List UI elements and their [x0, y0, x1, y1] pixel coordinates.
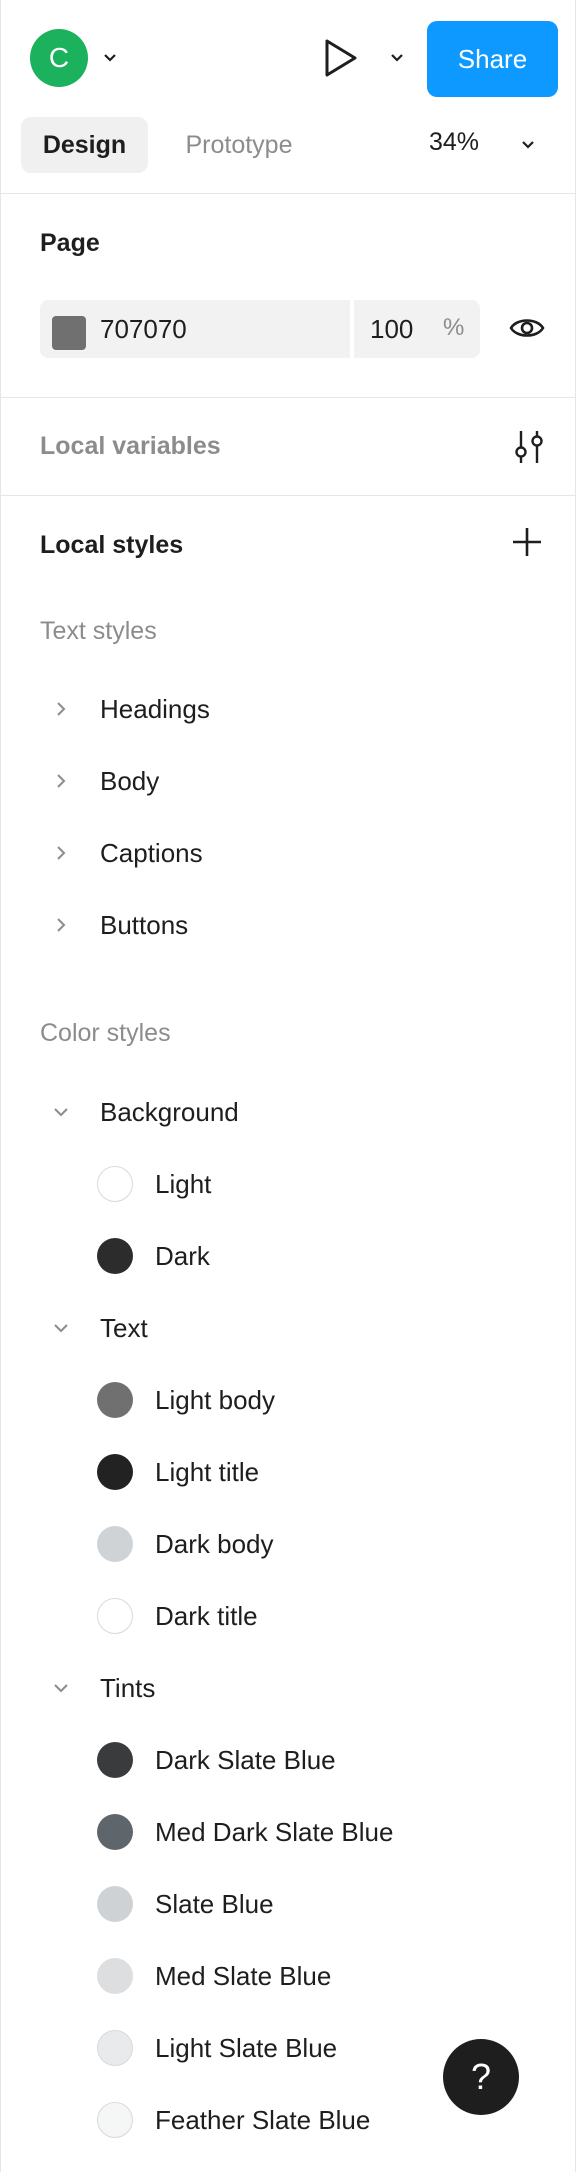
divider [1, 495, 576, 496]
tab-design[interactable]: Design [21, 117, 148, 173]
text-styles-heading: Text styles [40, 617, 157, 645]
color-style-group-label: Text [100, 1313, 148, 1343]
color-swatch [97, 1958, 133, 1994]
share-label: Share [457, 43, 528, 74]
chevron-right-icon[interactable] [53, 917, 69, 933]
text-style-group-label: Body [100, 766, 160, 796]
help-label: ? [470, 2056, 492, 2097]
color-style-item[interactable]: Dark body [1, 1514, 576, 1576]
text-style-group[interactable]: Body [1, 751, 576, 813]
page-color-field[interactable]: 707070 100 % [40, 300, 480, 358]
color-style-label: Med Slate Blue [155, 1961, 332, 1991]
adjust-variables-icon[interactable] [511, 429, 547, 465]
color-style-group[interactable]: Tints [1, 1658, 576, 1720]
chevron-down-icon[interactable] [53, 1320, 69, 1336]
color-style-label: Dark Slate Blue [155, 1745, 336, 1775]
help-button[interactable]: ? [443, 2039, 519, 2115]
color-style-label: Light Slate Blue [155, 2033, 338, 2063]
local-variables-label[interactable]: Local variables [40, 432, 221, 461]
color-style-item[interactable]: Slate Blue [1, 1874, 576, 1936]
color-style-label: Light body [155, 1385, 275, 1415]
avatar-letter: C [48, 42, 70, 73]
zoom-level[interactable]: 34% [429, 128, 479, 157]
color-swatch [97, 1238, 133, 1274]
page-opacity-unit: % [443, 314, 465, 341]
color-style-item[interactable]: Dark [1, 1226, 576, 1288]
color-style-label: Med Dark Slate Blue [155, 1817, 394, 1847]
divider [1, 397, 576, 398]
color-styles-heading: Color styles [40, 1019, 171, 1047]
page-opacity-value[interactable]: 100 [370, 314, 413, 345]
color-style-item[interactable]: Light body [1, 1370, 576, 1432]
color-swatch [97, 2102, 133, 2138]
color-swatch [97, 1382, 133, 1418]
page-color-hex[interactable]: 707070 [100, 314, 187, 345]
color-swatch [97, 1166, 133, 1202]
chevron-down-icon[interactable] [103, 51, 117, 65]
color-style-group[interactable]: Text [1, 1298, 576, 1360]
field-separator [350, 300, 354, 358]
color-style-item[interactable]: Light [1, 1154, 576, 1216]
color-swatch [97, 1742, 133, 1778]
chevron-down-icon[interactable] [53, 1104, 69, 1120]
zoom-chevron-down-icon[interactable] [521, 138, 535, 152]
chevron-right-icon[interactable] [53, 773, 69, 789]
color-style-item[interactable]: Med Dark Slate Blue [1, 1802, 576, 1864]
color-style-label: Feather Slate Blue [155, 2105, 371, 2135]
tab-prototype-label: Prototype [185, 130, 293, 159]
chevron-down-icon[interactable] [53, 1680, 69, 1696]
text-style-group[interactable]: Captions [1, 823, 576, 885]
color-style-group[interactable]: Background [1, 1082, 576, 1144]
color-swatch [97, 1454, 133, 1490]
text-style-group[interactable]: Headings [1, 679, 576, 741]
color-style-group-label: Background [100, 1097, 239, 1127]
color-style-label: Dark title [155, 1601, 258, 1631]
color-swatch [97, 1598, 133, 1634]
text-style-group-label: Captions [100, 838, 203, 868]
color-style-label: Dark body [155, 1529, 274, 1559]
color-style-item[interactable]: Dark title [1, 1586, 576, 1648]
present-options-chevron-icon[interactable] [390, 51, 404, 65]
tab-prototype[interactable]: Prototype [159, 117, 319, 173]
page-section-title: Page [40, 229, 100, 257]
user-avatar[interactable]: C [30, 29, 88, 87]
chevron-right-icon[interactable] [53, 701, 69, 717]
eye-icon[interactable] [509, 313, 545, 343]
color-style-item[interactable]: Med Slate Blue [1, 1946, 576, 2008]
tab-design-label: Design [42, 130, 127, 159]
color-style-label: Light title [155, 1457, 260, 1487]
color-style-label: Slate Blue [155, 1889, 274, 1919]
color-style-item[interactable]: Dark Slate Blue [1, 1730, 576, 1792]
color-style-item[interactable]: Light title [1, 1442, 576, 1504]
divider [1, 193, 576, 194]
color-style-label: Light [155, 1169, 212, 1199]
play-icon[interactable] [323, 38, 359, 78]
color-swatch [97, 1886, 133, 1922]
color-style-label: Dark [155, 1241, 210, 1271]
local-styles-title: Local styles [40, 531, 184, 559]
color-swatch [97, 1814, 133, 1850]
chevron-right-icon[interactable] [53, 845, 69, 861]
text-style-group-label: Headings [100, 694, 210, 724]
page-color-swatch[interactable] [52, 316, 86, 350]
plus-icon[interactable] [511, 526, 543, 558]
color-swatch [97, 1526, 133, 1562]
design-panel: C Share Design Prototype 34% Page 707070… [0, 0, 576, 2172]
color-swatch [97, 2030, 133, 2066]
share-button[interactable]: Share [427, 21, 558, 97]
color-style-group-label: Tints [100, 1673, 156, 1703]
text-style-group[interactable]: Buttons [1, 895, 576, 957]
text-style-group-label: Buttons [100, 910, 189, 940]
